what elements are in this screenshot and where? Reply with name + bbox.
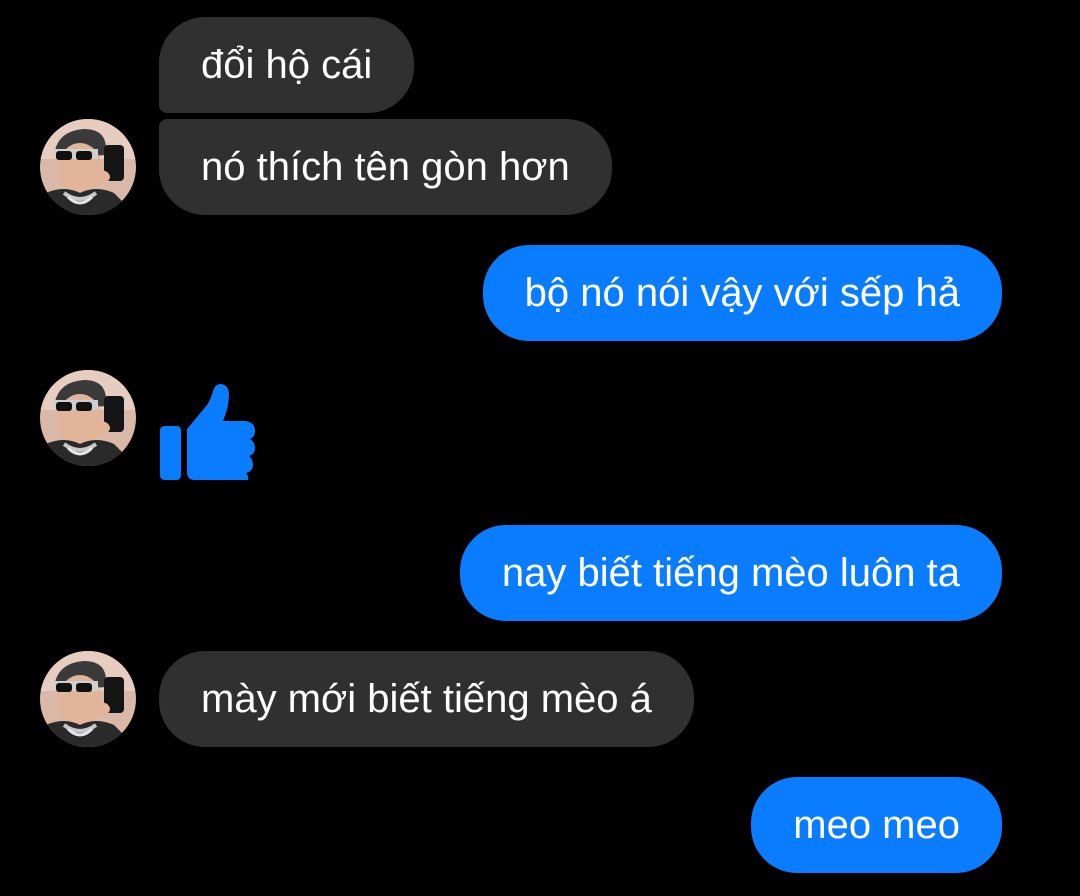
message-thread: đổi hộ cái nó thích tên gòn hơn bộ nó nó…: [0, 0, 1080, 896]
incoming-message-bubble[interactable]: mày mới biết tiếng mèo á: [159, 651, 694, 747]
contact-avatar-image: [40, 119, 136, 215]
message-text: bộ nó nói vậy với sếp hả: [524, 271, 960, 315]
outgoing-message-bubble[interactable]: bộ nó nói vậy với sếp hả: [482, 245, 1002, 341]
contact-avatar-image: [40, 651, 136, 747]
message-text: mày mới biết tiếng mèo á: [201, 677, 652, 721]
incoming-message-bubble[interactable]: đổi hộ cái: [159, 17, 415, 113]
outgoing-message-bubble[interactable]: meo meo: [751, 777, 1002, 873]
message-text: meo meo: [793, 803, 960, 847]
contact-avatar-image: [40, 370, 136, 466]
thumbs-up-icon-shape: [160, 384, 255, 480]
outgoing-message-bubble[interactable]: nay biết tiếng mèo luôn ta: [459, 525, 1002, 621]
incoming-message-bubble[interactable]: nó thích tên gòn hơn: [159, 119, 612, 215]
contact-avatar[interactable]: [40, 370, 136, 466]
thumbs-up-icon[interactable]: [157, 381, 257, 481]
message-text: nay biết tiếng mèo luôn ta: [501, 551, 960, 595]
message-text: đổi hộ cái: [201, 43, 373, 87]
contact-avatar[interactable]: [40, 651, 136, 747]
contact-avatar[interactable]: [40, 119, 136, 215]
message-text: nó thích tên gòn hơn: [201, 145, 570, 189]
